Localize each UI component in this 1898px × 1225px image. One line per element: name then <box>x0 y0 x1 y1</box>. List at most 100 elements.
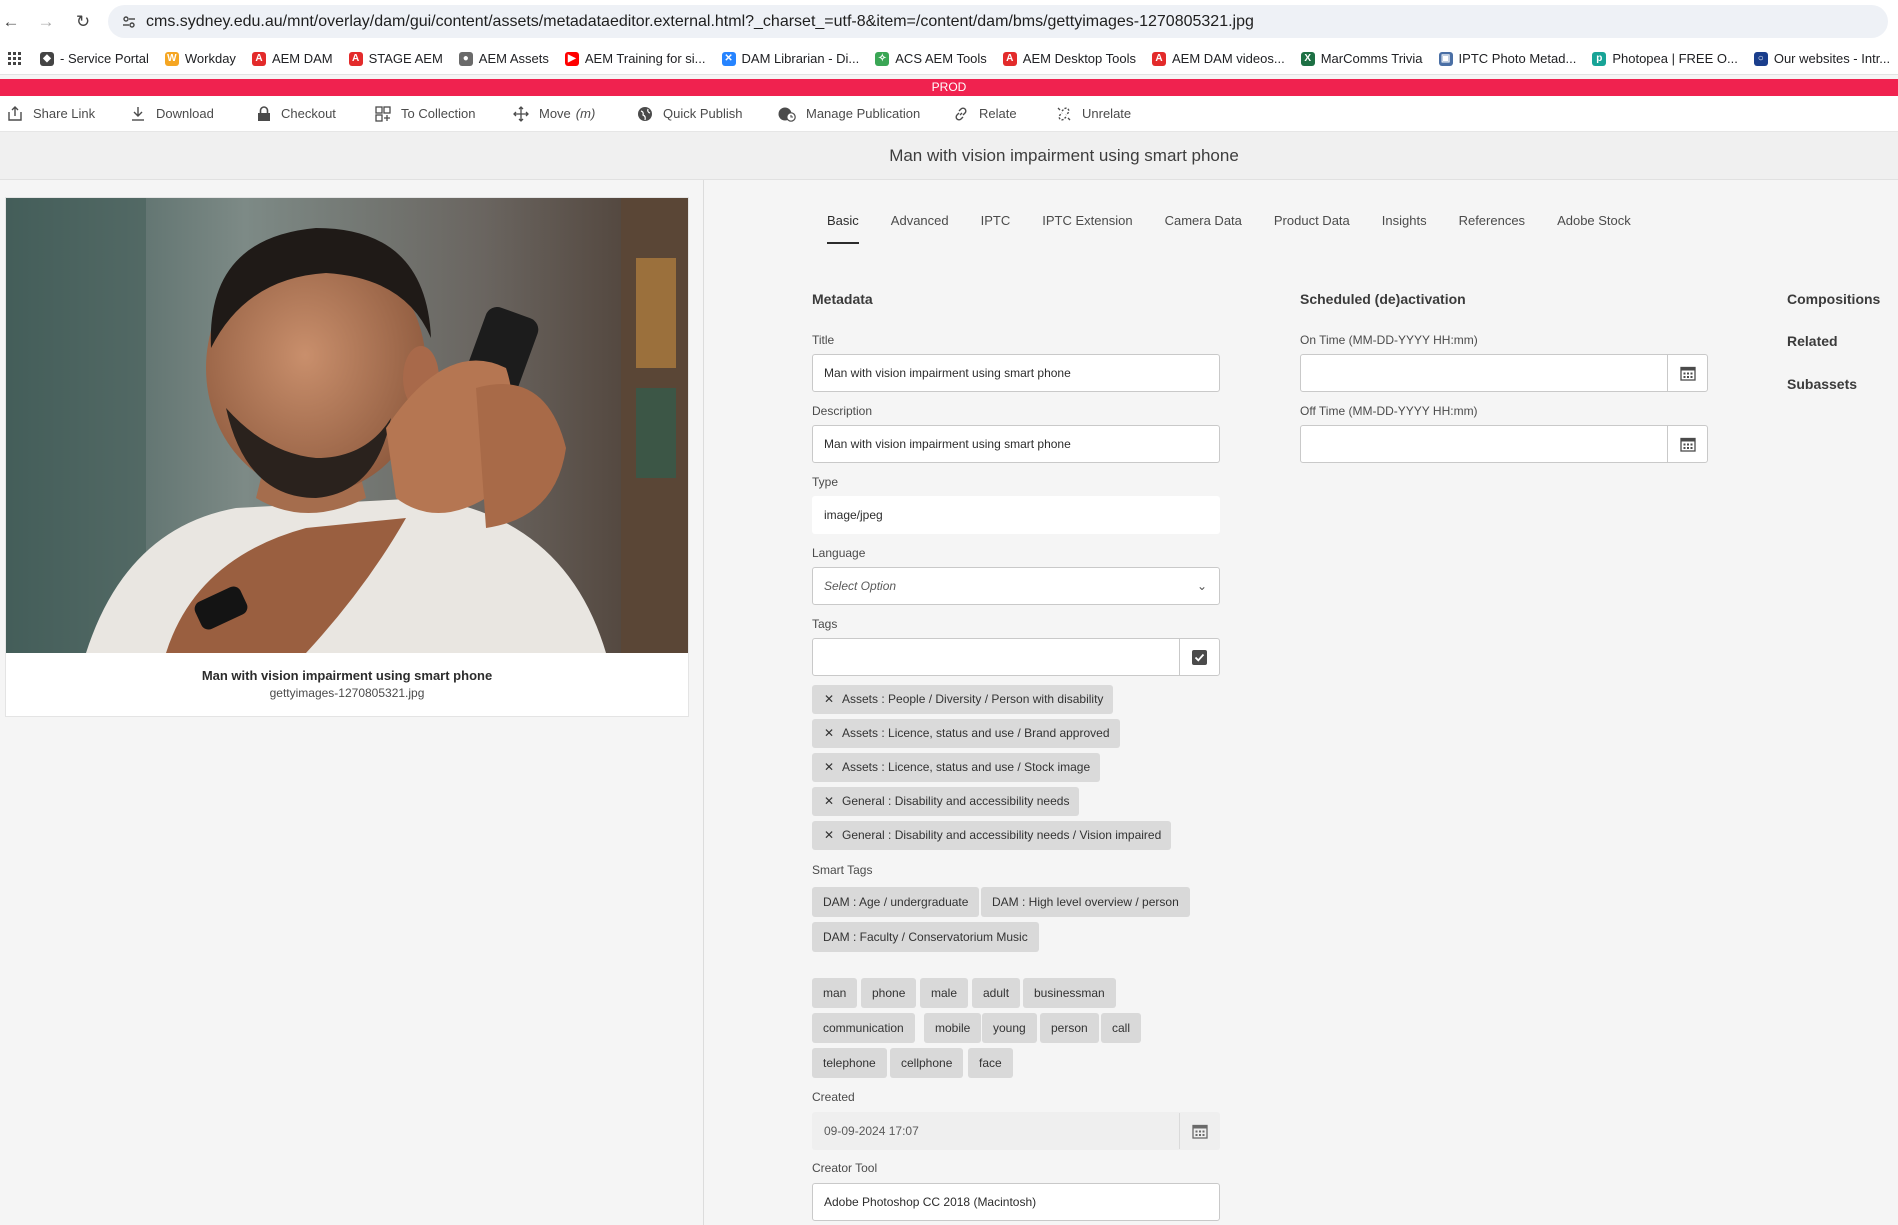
tab-references[interactable]: References <box>1459 208 1525 246</box>
unlink-icon <box>1057 106 1071 121</box>
relate-button[interactable]: Relate <box>953 96 1017 132</box>
excel-icon: X <box>1300 51 1315 66</box>
bookmark-label: AEM DAM <box>271 51 333 66</box>
remove-tag-icon[interactable]: ✕ <box>824 787 834 816</box>
environment-banner: PROD <box>0 79 1898 96</box>
address-bar[interactable]: cms.sydney.edu.au/mnt/overlay/dam/gui/co… <box>108 5 1888 38</box>
move-button[interactable]: Move (m) <box>513 96 595 132</box>
bookmark-item[interactable]: A STAGE AEM <box>348 51 443 66</box>
smart-tags-label: Smart Tags <box>812 863 873 877</box>
checkbox-icon <box>1192 649 1207 665</box>
bookmark-item[interactable]: ○ Our websites - Intr... <box>1753 51 1890 66</box>
tab-advanced[interactable]: Advanced <box>891 208 949 246</box>
smart-tag: DAM : Faculty / Conservatorium Music <box>812 922 1039 952</box>
tag-picker-button[interactable] <box>1179 639 1219 675</box>
unrelate-label: Unrelate <box>1082 106 1132 121</box>
bookmark-item[interactable]: ● AEM Assets <box>458 51 549 66</box>
bookmark-label: MarComms Trivia <box>1320 51 1423 66</box>
quick-publish-button[interactable]: Quick Publish <box>637 96 742 132</box>
bookmark-item[interactable]: A AEM Desktop Tools <box>1002 51 1136 66</box>
tags-input[interactable] <box>812 638 1220 676</box>
subassets-link[interactable]: Subassets <box>1787 376 1857 392</box>
bookmark-label: Photopea | FREE O... <box>1612 51 1738 66</box>
assets-icon: ● <box>458 51 473 66</box>
youtube-icon: ▶ <box>564 51 579 66</box>
tab-adobe-stock[interactable]: Adobe Stock <box>1557 208 1631 246</box>
bookmark-item[interactable]: p Photopea | FREE O... <box>1592 51 1738 66</box>
site-settings-icon[interactable] <box>122 15 136 29</box>
back-icon[interactable]: ← <box>0 11 22 33</box>
download-button[interactable]: Download <box>130 96 214 132</box>
relate-label: Relate <box>979 106 1017 121</box>
bookmark-item[interactable]: A AEM DAM videos... <box>1152 51 1285 66</box>
language-select[interactable]: Select Option ⌄ <box>812 567 1220 605</box>
keyword-chip: person <box>1040 1013 1099 1043</box>
tab-camera-data[interactable]: Camera Data <box>1165 208 1242 246</box>
description-field[interactable]: Man with vision impairment using smart p… <box>812 425 1220 463</box>
bookmark-item[interactable]: ◆ - Service Portal <box>40 51 149 66</box>
checkout-button[interactable]: Checkout <box>257 96 336 132</box>
tab-product-data[interactable]: Product Data <box>1274 208 1350 246</box>
bookmark-label: AEM Assets <box>478 51 549 66</box>
title-bar: Man with vision impairment using smart p… <box>0 132 1898 180</box>
tab-iptc[interactable]: IPTC <box>981 208 1011 246</box>
tab-basic[interactable]: Basic <box>827 208 859 246</box>
tab-iptc-extension[interactable]: IPTC Extension <box>1042 208 1132 246</box>
bookmark-item[interactable]: ▣ IPTC Photo Metad... <box>1438 51 1576 66</box>
asset-preview-image <box>6 198 688 653</box>
tag-label: Assets : Licence, status and use / Stock… <box>842 760 1091 774</box>
tag-label: General : Disability and accessibility n… <box>842 828 1162 842</box>
tag-label: General : Disability and accessibility n… <box>842 794 1070 808</box>
unrelate-button[interactable]: Unrelate <box>1056 96 1131 132</box>
metadata-heading: Metadata <box>812 291 873 307</box>
bookmark-item[interactable]: X MarComms Trivia <box>1300 51 1423 66</box>
smart-tag: DAM : High level overview / person <box>981 887 1190 917</box>
download-label: Download <box>156 106 214 121</box>
apps-grid-icon[interactable] <box>8 51 22 66</box>
manage-publication-button[interactable]: Manage Publication <box>778 96 920 132</box>
remove-tag-icon[interactable]: ✕ <box>824 685 834 714</box>
move-label: Move <box>539 106 571 121</box>
compositions-link[interactable]: Compositions <box>1787 291 1880 307</box>
metadata-tabs: Basic Advanced IPTC IPTC Extension Camer… <box>827 208 1663 248</box>
bookmark-item[interactable]: ▶ AEM Training for si... <box>564 51 706 66</box>
confluence-icon: ✕ <box>721 51 736 66</box>
reload-icon[interactable]: ↻ <box>72 11 94 33</box>
tag-label: Assets : Licence, status and use / Brand… <box>842 726 1110 740</box>
bookmark-label: DAM Librarian - Di... <box>741 51 860 66</box>
to-collection-button[interactable]: To Collection <box>375 96 475 132</box>
collection-icon <box>375 105 391 122</box>
manage-publication-label: Manage Publication <box>806 106 921 121</box>
creator-tool-field[interactable]: Adobe Photoshop CC 2018 (Macintosh) <box>812 1183 1220 1221</box>
bookmark-item[interactable]: ✕ DAM Librarian - Di... <box>721 51 860 66</box>
forward-icon[interactable]: → <box>35 11 57 33</box>
url-text[interactable]: cms.sydney.edu.au/mnt/overlay/dam/gui/co… <box>146 13 1254 31</box>
bookmark-item[interactable]: ✧ ACS AEM Tools <box>875 51 987 66</box>
keyword-chip: telephone <box>812 1048 887 1078</box>
description-label: Description <box>812 404 873 418</box>
on-time-field[interactable] <box>1300 354 1708 392</box>
calendar-icon <box>1191 1124 1208 1139</box>
off-time-calendar-button[interactable] <box>1667 426 1707 462</box>
smart-tag: DAM : Age / undergraduate <box>812 887 980 917</box>
shield-icon: ◆ <box>40 51 54 66</box>
remove-tag-icon[interactable]: ✕ <box>824 753 834 782</box>
bookmark-label: AEM DAM videos... <box>1172 51 1285 66</box>
circle-icon: ○ <box>1753 51 1768 66</box>
bookmark-item[interactable]: A AEM DAM <box>251 51 333 66</box>
bookmark-label: ACS AEM Tools <box>895 51 987 66</box>
share-link-button[interactable]: Share Link <box>7 96 95 132</box>
created-field: 09-09-2024 17:07 <box>812 1112 1220 1150</box>
remove-tag-icon[interactable]: ✕ <box>824 719 834 748</box>
tools-icon: ✧ <box>875 51 890 66</box>
remove-tag-icon[interactable]: ✕ <box>824 821 834 850</box>
on-time-calendar-button[interactable] <box>1667 355 1707 391</box>
browser-toolbar: ← → ↻ cms.sydney.edu.au/mnt/overlay/dam/… <box>0 0 1898 43</box>
title-field[interactable]: Man with vision impairment using smart p… <box>812 354 1220 392</box>
tab-insights[interactable]: Insights <box>1382 208 1427 246</box>
bookmark-item[interactable]: W Workday <box>164 51 236 66</box>
related-link[interactable]: Related <box>1787 333 1838 349</box>
download-icon <box>132 106 144 121</box>
off-time-field[interactable] <box>1300 425 1708 463</box>
checkout-label: Checkout <box>281 106 336 121</box>
